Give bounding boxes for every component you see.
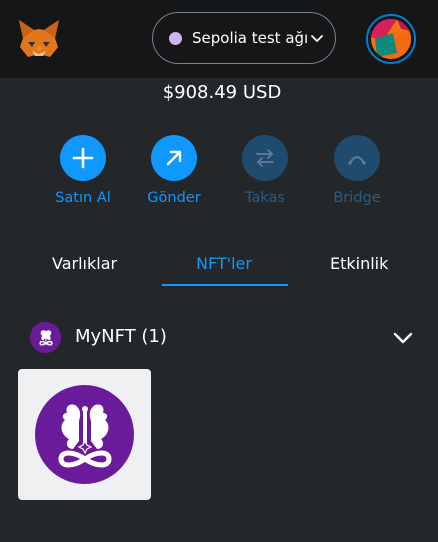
bridge-icon [348, 156, 366, 165]
send-button-label: Gönder [147, 190, 201, 206]
account-avatar[interactable] [366, 14, 416, 64]
asset-tabs: Varlıklar NFT'ler Etkinlik [0, 238, 438, 286]
metamask-fox-logo[interactable] [17, 18, 61, 60]
buy-button[interactable]: Satın Al [43, 135, 123, 206]
tab-nfts[interactable]: NFT'ler [196, 254, 252, 273]
bridge-button-circle[interactable] [334, 135, 380, 181]
network-selector[interactable]: Sepolia test ağı [152, 12, 336, 64]
swap-icon [256, 149, 274, 167]
network-label: Sepolia test ağı [192, 29, 309, 47]
chevron-down-icon [311, 35, 323, 42]
plus-icon [72, 147, 94, 169]
active-tab-underline [162, 284, 288, 286]
bridge-button[interactable]: Bridge [317, 135, 397, 206]
dragon-emblem-icon [30, 322, 61, 353]
bridge-button-label: Bridge [333, 190, 381, 206]
nft-item-card[interactable] [18, 369, 151, 500]
buy-button-circle[interactable] [60, 135, 106, 181]
account-balance: $908.49 USD [162, 82, 282, 103]
tab-activity[interactable]: Etkinlik [330, 254, 388, 273]
tab-assets[interactable]: Varlıklar [52, 254, 117, 273]
send-button-circle[interactable] [151, 135, 197, 181]
send-button[interactable]: Gönder [134, 135, 214, 206]
network-indicator-dot [169, 31, 182, 45]
app-header: Sepolia test ağı [0, 0, 438, 78]
swap-button-label: Takas [245, 190, 285, 206]
swap-button[interactable]: Takas [225, 135, 305, 206]
nft-collection-header[interactable]: MyNFT (1) [0, 320, 438, 356]
collection-name: MyNFT (1) [75, 326, 167, 347]
nft-dragon-image [35, 385, 134, 484]
chevron-down-icon[interactable] [392, 327, 414, 349]
arrow-up-right-icon [166, 150, 182, 166]
buy-button-label: Satın Al [55, 190, 111, 206]
swap-button-circle[interactable] [242, 135, 288, 181]
